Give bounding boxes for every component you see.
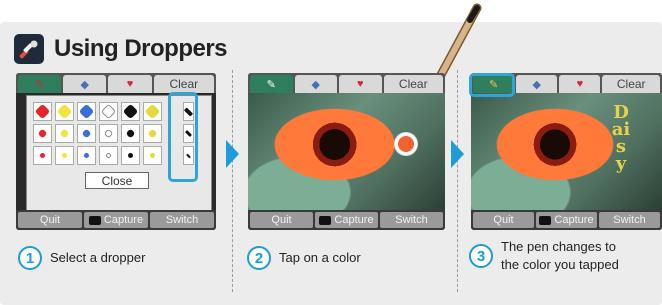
page-title: Using Droppers [54, 35, 228, 62]
color-swatch[interactable] [55, 102, 74, 121]
tap-point [395, 133, 417, 155]
step-text: Select a dropper [50, 250, 146, 265]
color-swatch[interactable] [55, 124, 74, 143]
camera-icon [539, 215, 552, 225]
bottom-bar: Quit Capture Switch [471, 210, 662, 230]
quit-button[interactable]: Quit [18, 212, 82, 228]
header: Using Droppers [14, 34, 228, 64]
tool-tabs: ✎ ◆ ♥ Clear [248, 73, 445, 93]
step-number: 2 [247, 246, 271, 270]
color-swatch[interactable] [99, 102, 118, 121]
color-swatch[interactable] [121, 146, 140, 165]
camera-icon [319, 215, 332, 225]
eraser-icon: ◆ [80, 78, 90, 91]
color-swatch[interactable] [55, 146, 74, 165]
quit-button[interactable]: Quit [473, 212, 534, 228]
color-swatch[interactable] [121, 102, 140, 121]
camera-icon [88, 215, 101, 225]
step-divider [232, 70, 233, 292]
color-swatch[interactable] [77, 124, 96, 143]
close-button[interactable]: Close [85, 172, 149, 189]
step-text-line: The pen changes to [501, 239, 616, 254]
heart-icon: ♥ [576, 78, 584, 90]
dropper-highlight [168, 92, 198, 182]
flower-photo[interactable] [471, 93, 662, 210]
color-swatch[interactable] [33, 124, 52, 143]
color-swatch[interactable] [121, 124, 140, 143]
tab-stamp[interactable]: ♥ [559, 75, 601, 93]
heart-icon: ♥ [126, 78, 134, 90]
step-text-line: the color you tapped [501, 257, 619, 272]
step-number: 1 [18, 246, 42, 270]
capture-label: Capture [554, 214, 594, 226]
capture-label: Capture [334, 214, 374, 226]
bottom-bar: Quit Capture Switch [16, 210, 216, 230]
color-swatch[interactable] [77, 146, 96, 165]
eraser-icon: ◆ [311, 78, 320, 91]
step-divider [457, 70, 458, 292]
tab-eraser[interactable]: ◆ [63, 75, 107, 93]
tab-pen[interactable]: ✎ [18, 75, 62, 93]
color-swatch[interactable] [99, 146, 118, 165]
tab-stamp[interactable]: ♥ [108, 75, 152, 93]
color-swatch[interactable] [77, 102, 96, 121]
tab-pen[interactable]: ✎ [250, 75, 293, 93]
step-text: The pen changes to the color you tapped [501, 238, 619, 274]
pen-icon: ✎ [266, 78, 276, 91]
switch-button[interactable]: Switch [150, 212, 214, 228]
drawn-text: Daisy [611, 102, 631, 174]
clear-button[interactable]: Clear [602, 75, 661, 93]
color-swatch[interactable] [143, 124, 162, 143]
color-grid [33, 102, 162, 165]
clear-button[interactable]: Clear [383, 75, 443, 93]
next-step-arrow [451, 140, 464, 168]
capture-button[interactable]: Capture [315, 212, 378, 228]
color-swatch[interactable] [99, 124, 118, 143]
pen-icon: ✎ [34, 78, 45, 91]
tab-stamp[interactable]: ♥ [339, 75, 382, 93]
step-text: Tap on a color [279, 250, 361, 265]
tool-tabs: ✎ ◆ ♥ Clear [16, 73, 216, 93]
flower-photo[interactable] [248, 93, 445, 210]
step-1: 1 Select a dropper [18, 246, 145, 270]
tab-eraser[interactable]: ◆ [294, 75, 337, 93]
capture-button[interactable]: Capture [84, 212, 148, 228]
heart-icon: ♥ [356, 78, 364, 90]
step-number: 3 [469, 244, 493, 268]
tab-eraser[interactable]: ◆ [516, 75, 558, 93]
next-step-arrow [226, 140, 239, 168]
screen-tap-color: ✎ ◆ ♥ Clear Quit Capture Switch [248, 73, 445, 230]
switch-button[interactable]: Switch [380, 212, 443, 228]
dropper-icon [14, 34, 44, 64]
capture-label: Capture [103, 214, 144, 226]
capture-button[interactable]: Capture [536, 212, 597, 228]
color-swatch[interactable] [33, 146, 52, 165]
bottom-bar: Quit Capture Switch [248, 210, 445, 230]
quit-button[interactable]: Quit [250, 212, 313, 228]
color-swatch[interactable] [33, 102, 52, 121]
pen-tab-highlight [469, 73, 515, 97]
color-swatch[interactable] [143, 146, 162, 165]
step-3: 3 The pen changes to the color you tappe… [469, 238, 619, 274]
clear-button[interactable]: Clear [153, 75, 215, 93]
step-2: 2 Tap on a color [247, 246, 361, 270]
switch-button[interactable]: Switch [599, 212, 660, 228]
color-swatch[interactable] [143, 102, 162, 121]
eraser-icon: ◆ [532, 78, 541, 91]
